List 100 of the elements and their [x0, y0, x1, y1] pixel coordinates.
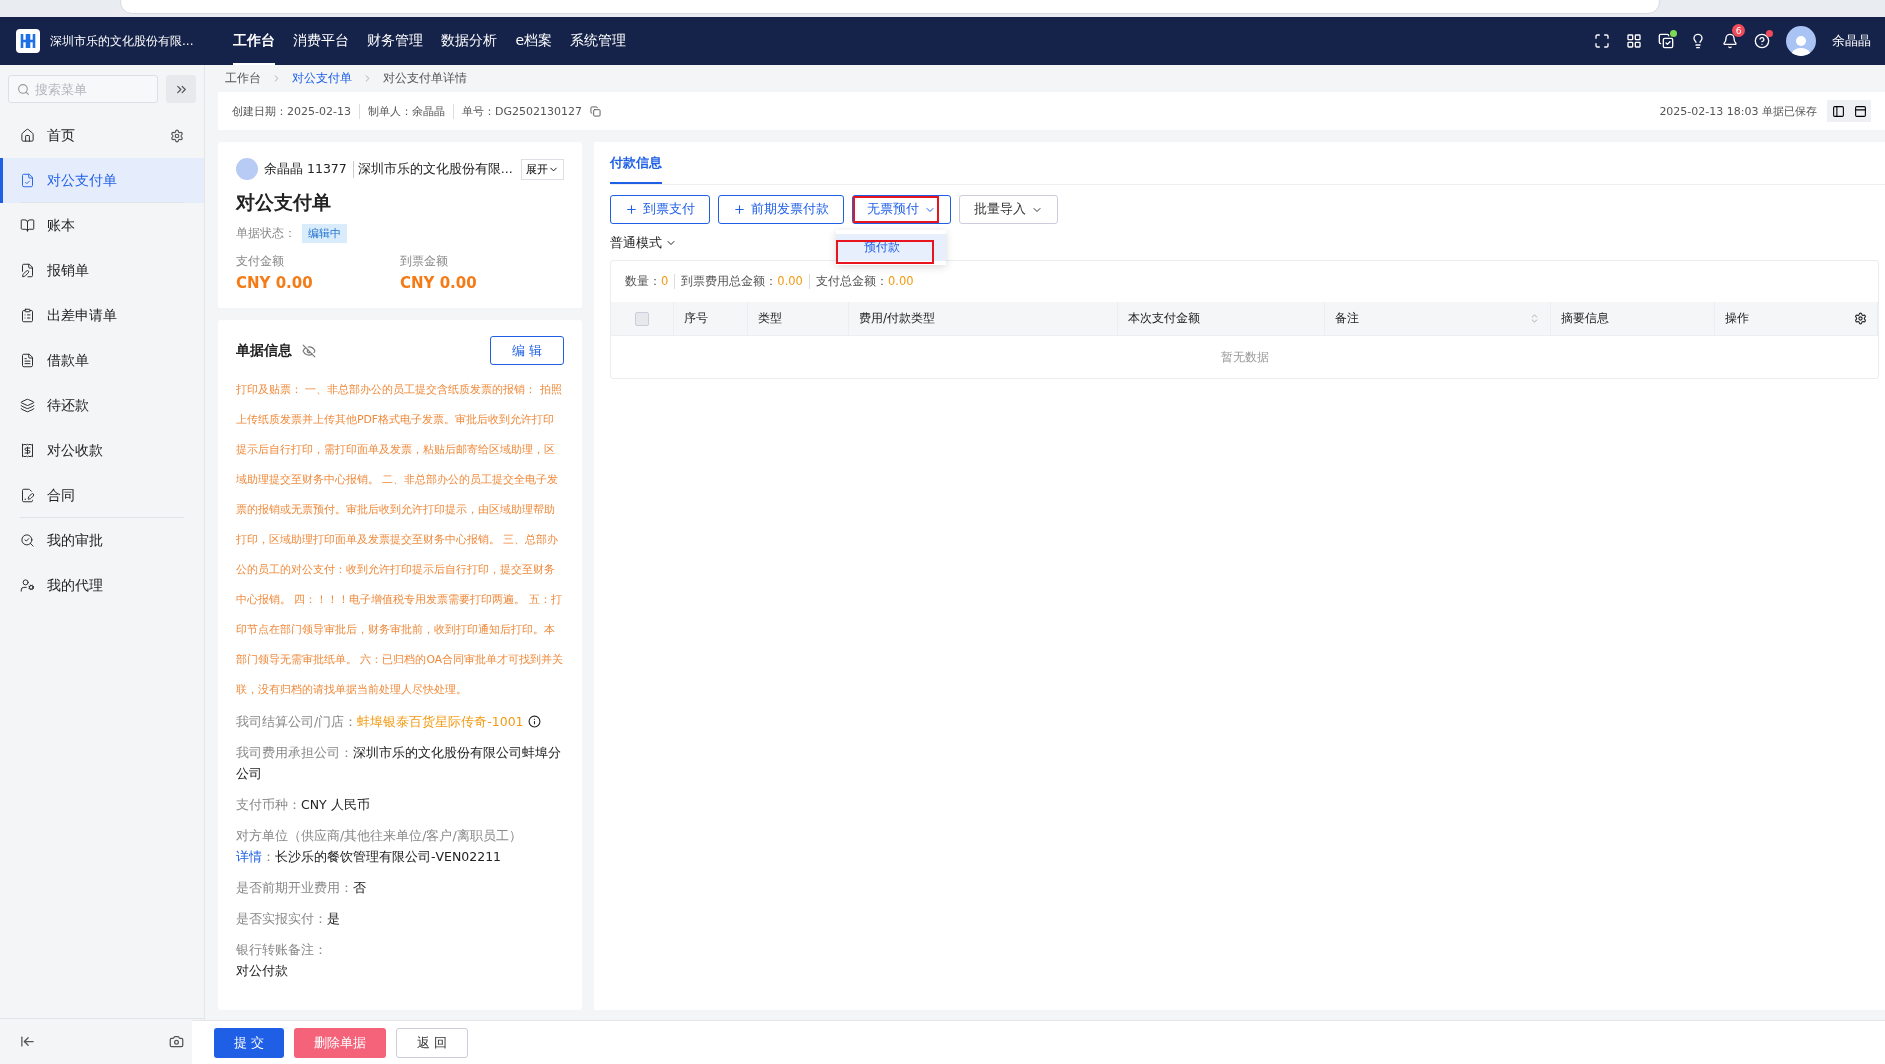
- company-name: 深圳市乐的文化股份有限...: [50, 32, 194, 50]
- camera-icon[interactable]: [169, 1034, 184, 1049]
- column-label: 备注: [1335, 310, 1360, 327]
- notification-badge: 6: [1732, 24, 1745, 37]
- dropdown-button[interactable]: 批量导入: [959, 195, 1058, 224]
- receipt-icon: [20, 443, 35, 458]
- document-icon: [20, 353, 35, 368]
- column-label: 类型: [758, 310, 783, 327]
- panel-left-button[interactable]: [1827, 100, 1849, 122]
- company-name: 深圳市乐的文化股份有限...: [352, 160, 513, 178]
- info-field: 我司结算公司/门店：蚌埠银泰百货星际传奇-1001: [236, 711, 564, 732]
- panel-top-icon: [1853, 104, 1867, 118]
- nav-tab[interactable]: 系统管理: [570, 17, 627, 65]
- nav-tab[interactable]: 工作台: [233, 17, 276, 65]
- status-dot: [1670, 30, 1677, 37]
- avatar: [236, 158, 258, 180]
- book-icon: [20, 218, 35, 233]
- panel-top-button[interactable]: [1849, 100, 1871, 122]
- sidebar-item[interactable]: 合同: [0, 473, 204, 518]
- user-name[interactable]: 余晶晶: [1832, 32, 1871, 50]
- sidebar-item[interactable]: 首页: [0, 113, 204, 158]
- clipboard-icon: [20, 308, 35, 323]
- checkbox[interactable]: [635, 311, 649, 326]
- panel-left-icon: [1831, 104, 1845, 118]
- copy-icon[interactable]: [589, 105, 601, 117]
- breadcrumb-item: 工作台: [225, 71, 261, 86]
- nav-tab[interactable]: 财务管理: [367, 17, 424, 65]
- fullscreen-icon[interactable]: [1594, 33, 1610, 49]
- tasks-icon[interactable]: [1658, 33, 1674, 49]
- info-field: 是否实报实付：是: [236, 908, 564, 929]
- total-field: 到票费用总金额：0.00: [674, 274, 809, 289]
- expand-button[interactable]: [166, 75, 196, 103]
- grid-icon[interactable]: [1626, 33, 1642, 49]
- info-icon[interactable]: [527, 715, 541, 728]
- details-link[interactable]: 详情: [236, 849, 262, 864]
- sidebar-item[interactable]: 我的代理: [0, 563, 204, 608]
- search-check-icon: [20, 533, 35, 548]
- breadcrumb-link[interactable]: 对公支付单: [292, 71, 352, 86]
- document-sign-icon: [20, 488, 35, 503]
- sidebar-item[interactable]: 借款单: [0, 338, 204, 383]
- collapse-icon[interactable]: [20, 1034, 35, 1049]
- tab[interactable]: 付款信息: [610, 142, 662, 184]
- info-field: 对方单位（供应商/其他往来单位/客户/离职员工） 详情：长沙乐的餐饮管理有限公司-VEN02211: [236, 825, 564, 867]
- help-icon[interactable]: [1754, 33, 1770, 49]
- status-dot: [1766, 30, 1773, 37]
- total-field: 数量：0: [625, 274, 675, 289]
- submit-button[interactable]: 提 交: [214, 1027, 285, 1058]
- column-label: 本次支付金额: [1128, 310, 1201, 327]
- column-label: 序号: [684, 310, 709, 327]
- house-icon: [20, 128, 35, 143]
- user-avatar[interactable]: [1786, 26, 1816, 56]
- expand-button[interactable]: 展开: [521, 158, 564, 180]
- status-label: 单据状态：: [236, 225, 296, 242]
- add-button[interactable]: 前期发票付款: [718, 195, 844, 224]
- settings-icon[interactable]: [170, 128, 184, 143]
- section-title: 单据信息: [236, 341, 292, 360]
- sidebar-item[interactable]: 对公收款: [0, 428, 204, 473]
- info-field: 是否前期开业费用：否: [236, 877, 564, 898]
- edit-button[interactable]: 编 辑: [490, 336, 564, 365]
- document-title: 对公支付单: [236, 190, 332, 215]
- nav-tab[interactable]: e档案: [515, 17, 553, 65]
- amount-value: CNY 0.00: [400, 274, 478, 292]
- hide-icon[interactable]: [302, 343, 316, 358]
- sidebar-item[interactable]: 对公支付单: [0, 158, 204, 203]
- sidebar-item[interactable]: 待还款: [0, 383, 204, 428]
- amount-label: 支付金额: [236, 253, 285, 270]
- info-field: 支付币种：CNY 人民币: [236, 794, 564, 815]
- notice-text: 打印及贴票： 一、非总部办公的员工提交含纸质发票的报销： 拍照上传纸质发票并上传其他PDF格式电子发票。审批后收到允许打印提示后自行打印，需打印面单及发票，粘贴后邮寄给区域助理，区域助理提交至财务中心报销。 二、非总部办公的员工提交全电子发票的报销或无票预付。审批后收到允许打印提示，由区域助理帮助打印，区域助理打印面单及发票提交至财务中心报销。 三、总部办公的员工的对公支付：收到允许打印提示后自行打印，提交至财务中心报销。 四：！！！电子增值税专用发票需要打印两遍。 五：打印节点在部门领导审批后，财务审批前，收到打印通知后打印。本部门领导无需审批纸单。 六：已归档的OA合同审批单才可找到并关联，没有归档的请找单据当前处理人尽快处理。: [236, 382, 564, 698]
- amount-value: CNY 0.00: [236, 274, 314, 292]
- search-field[interactable]: 搜索菜单: [8, 75, 158, 103]
- document-check-icon: [20, 173, 35, 188]
- meta-field: 创建日期：2025-02-13: [232, 103, 359, 119]
- sidebar-item[interactable]: 报销单: [0, 248, 204, 293]
- sidebar-item[interactable]: 账本: [0, 203, 204, 248]
- empty-message: 暂无数据: [611, 335, 1878, 378]
- user-settings-icon: [20, 578, 35, 593]
- status-tag: 编辑中: [302, 224, 347, 243]
- nav-tab[interactable]: 消费平台: [293, 17, 350, 65]
- plus-icon: [733, 203, 746, 216]
- total-field: 支付总金额：0.00: [808, 274, 920, 289]
- menu-item[interactable]: 预付款: [836, 234, 946, 261]
- info-field: 我司费用承担公司：深圳市乐的文化股份有限公司蚌埠分公司: [236, 742, 564, 784]
- back-button[interactable]: 返 回: [396, 1027, 469, 1058]
- meta-field: 制单人：余晶晶: [358, 103, 453, 119]
- plus-icon: [625, 203, 638, 216]
- sidebar-item[interactable]: 出差申请单: [0, 293, 204, 338]
- meta-field: 单号：DG2502130127: [452, 103, 590, 119]
- column-label: 费用/付款类型: [859, 310, 937, 327]
- logo-icon: [16, 29, 40, 53]
- column-label: 摘要信息: [1561, 310, 1610, 327]
- mode-selector[interactable]: 普通模式: [610, 234, 677, 252]
- notification-icon[interactable]: [1722, 33, 1738, 49]
- layers-icon: [20, 398, 35, 413]
- settings-icon[interactable]: [1854, 312, 1867, 325]
- search-icon: [17, 83, 30, 96]
- sidebar-item[interactable]: 我的审批: [0, 518, 204, 563]
- add-button[interactable]: 到票支付: [610, 195, 710, 224]
- nav-tab[interactable]: 数据分析: [441, 17, 498, 65]
- lightbulb-icon[interactable]: [1690, 33, 1706, 49]
- column-label: 操作: [1725, 310, 1750, 327]
